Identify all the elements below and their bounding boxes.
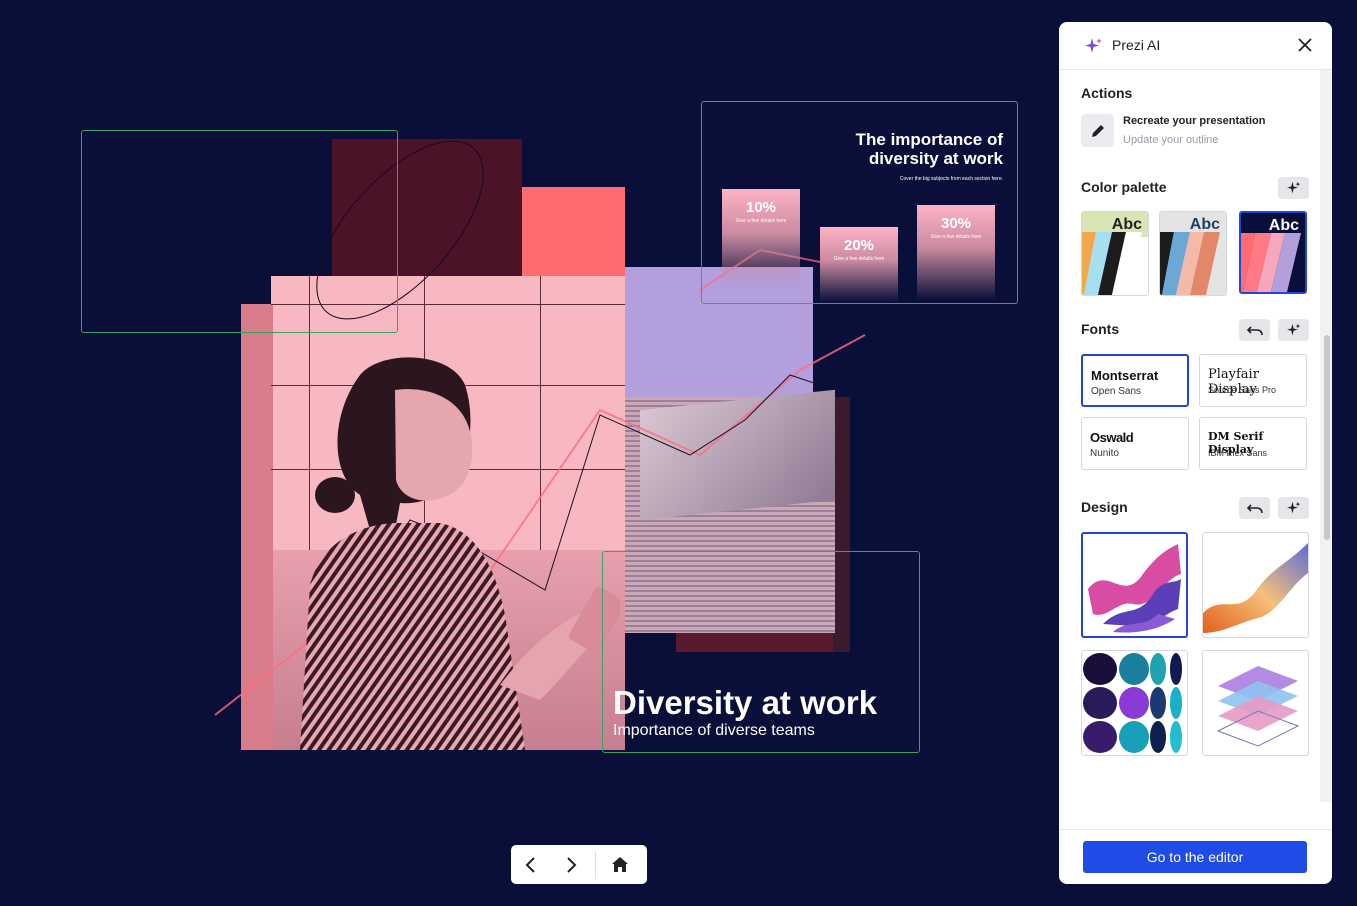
stat-bar-1: 10% Give a few details here [722, 189, 800, 289]
next-button[interactable] [551, 845, 591, 884]
stat-bar-2: 20% Give a few details here [820, 227, 898, 302]
nav-divider [595, 850, 596, 879]
sparkle-icon [1286, 501, 1300, 514]
font-secondary: Open Sans [1091, 386, 1142, 397]
font-secondary: IBM Plex Sans [1208, 448, 1268, 458]
stat-detail: Give a few details here [833, 256, 885, 262]
palette-label: Abc [1111, 216, 1142, 233]
action-subtitle: Update your outline [1123, 134, 1219, 146]
palette-label: Abc [1268, 217, 1299, 234]
pencil-icon [1091, 124, 1104, 137]
home-icon [612, 857, 628, 872]
home-button[interactable] [600, 845, 640, 884]
stat-value: 10% [745, 199, 777, 216]
chevron-right-icon [567, 856, 577, 873]
sparkle-icon [1286, 323, 1300, 336]
action-title[interactable]: Recreate your presentation [1123, 115, 1265, 127]
palette-option-1[interactable]: Abc [1081, 211, 1149, 296]
panel-footer: Go to the editor [1059, 829, 1332, 884]
slide-frame-empty[interactable] [81, 130, 398, 333]
font-secondary: Source Sans Pro [1208, 385, 1277, 395]
stat-bar-3: 30% Give a few details here [917, 205, 995, 300]
presentation-canvas: The importance of diversity at work Cove… [0, 0, 1050, 906]
design-thumbnail [1082, 651, 1187, 755]
stat-detail: Give a few details here [930, 234, 982, 240]
scrollbar-thumb[interactable] [1324, 335, 1330, 540]
recreate-button[interactable] [1081, 114, 1114, 147]
font-option-montserrat[interactable]: Montserrat Open Sans [1081, 354, 1189, 407]
fonts-undo-button[interactable] [1239, 319, 1270, 341]
design-option-layers[interactable] [1202, 650, 1309, 756]
slide-frame-stats[interactable]: The importance of diversity at work Cove… [701, 101, 1018, 304]
palette-ai-button[interactable] [1278, 177, 1309, 199]
palette-option-2[interactable]: Abc [1159, 211, 1227, 296]
stat-value: 20% [843, 237, 875, 254]
font-option-playfair[interactable]: Playfair Display Source Sans Pro [1199, 354, 1307, 407]
color-palette-heading: Color palette [1081, 179, 1167, 195]
design-thumbnail [1203, 543, 1308, 633]
sparkle-icon [1085, 38, 1102, 53]
stat-value: 30% [940, 215, 972, 232]
mini-slide-subtitle: Cover the big subjects from each section… [899, 176, 1003, 182]
slide-frame-title[interactable]: Diversity at work Importance of diverse … [602, 551, 920, 753]
stat-detail: Give a few details here [735, 218, 787, 224]
design-option-ovals[interactable] [1081, 650, 1188, 756]
chevron-left-icon [525, 856, 535, 873]
mini-slide-title: The importance of diversity at work [855, 130, 1003, 168]
slide-navigation [511, 845, 647, 884]
font-option-dm-serif[interactable]: DM Serif Display IBM Plex Sans [1199, 417, 1307, 470]
actions-heading: Actions [1081, 85, 1133, 101]
design-option-gradient-wave[interactable] [1202, 532, 1309, 638]
design-undo-button[interactable] [1239, 497, 1270, 519]
main-title: Diversity at work [613, 684, 878, 721]
close-icon[interactable] [1296, 36, 1314, 54]
prezi-ai-panel: Prezi AI Actions Recreate your presentat… [1059, 22, 1332, 884]
fonts-heading: Fonts [1081, 321, 1120, 337]
woman-photo [300, 357, 620, 750]
fonts-ai-button[interactable] [1278, 319, 1309, 341]
main-subtitle: Importance of diverse teams [613, 722, 815, 739]
design-thumbnail [1216, 666, 1300, 747]
palette-option-3-selected[interactable]: Abc [1239, 211, 1307, 294]
palette-label: Abc [1189, 216, 1220, 233]
undo-icon [1246, 326, 1263, 336]
font-primary: Montserrat [1091, 368, 1159, 383]
font-primary: Oswald [1090, 430, 1134, 445]
font-secondary: Nunito [1090, 448, 1119, 459]
undo-icon [1246, 504, 1263, 514]
panel-header: Prezi AI [1059, 22, 1332, 70]
design-heading: Design [1081, 499, 1128, 515]
font-option-oswald[interactable]: Oswald Nunito [1081, 417, 1189, 470]
panel-title: Prezi AI [1112, 37, 1161, 53]
sparkle-icon [1286, 181, 1300, 194]
design-option-ribbons-selected[interactable] [1081, 532, 1188, 638]
prev-button[interactable] [511, 845, 551, 884]
design-thumbnail [1088, 544, 1181, 633]
go-to-editor-button[interactable]: Go to the editor [1083, 841, 1307, 873]
design-ai-button[interactable] [1278, 497, 1309, 519]
